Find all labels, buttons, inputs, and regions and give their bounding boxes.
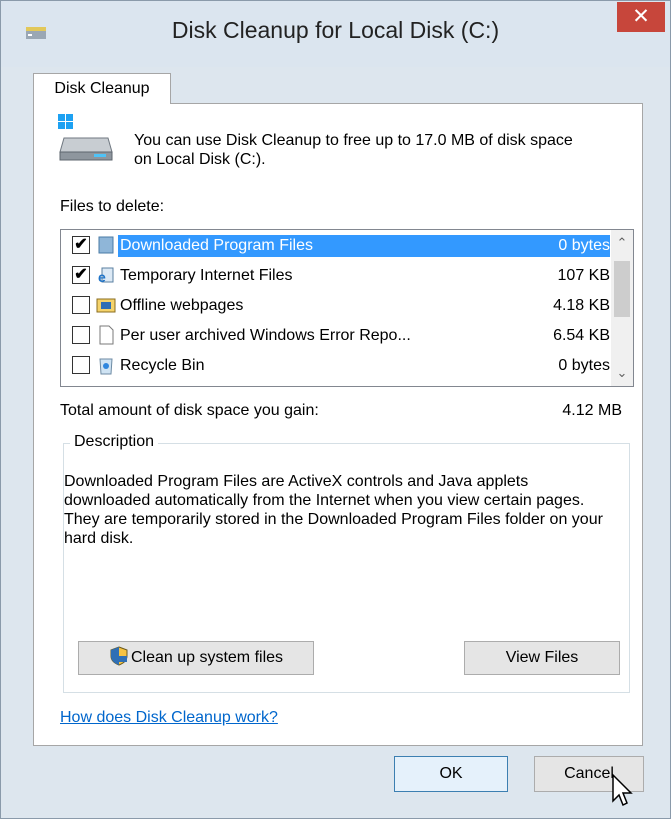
list-item[interactable]: ✔ e Temporary Internet Files 107 KB	[62, 260, 610, 290]
intro-text: You can use Disk Cleanup to free up to 1…	[134, 132, 573, 168]
close-button[interactable]: ✕	[617, 2, 665, 32]
checkbox[interactable]: ✔	[72, 266, 90, 284]
scroll-thumb[interactable]	[614, 261, 630, 317]
ok-button[interactable]: OK	[394, 756, 508, 792]
tab-disk-cleanup[interactable]: Disk Cleanup	[33, 73, 171, 104]
disk-cleanup-window: Disk Cleanup for Local Disk (C:) ✕ Disk …	[0, 0, 671, 819]
mouse-cursor-icon	[612, 773, 633, 807]
internet-files-icon: e	[98, 267, 114, 285]
checkbox[interactable]	[72, 296, 90, 314]
list-item[interactable]: ✔ Downloaded Program Files 0 bytes	[62, 230, 610, 260]
checkbox[interactable]: ✔	[72, 236, 90, 254]
list-item[interactable]: Per user archived Windows Error Repo... …	[62, 320, 610, 350]
file-size: 107 KB	[557, 267, 610, 284]
file-name: Offline webpages	[120, 297, 244, 314]
total-space-label: Total amount of disk space you gain:	[60, 402, 319, 419]
list-item-partial[interactable]	[62, 380, 610, 387]
document-icon	[99, 325, 114, 345]
list-item[interactable]: Recycle Bin 0 bytes	[62, 350, 610, 380]
help-link[interactable]: How does Disk Cleanup work?	[60, 709, 278, 727]
file-size: 0 bytes	[500, 235, 610, 257]
clean-up-system-files-label: Clean up system files	[130, 649, 284, 666]
file-size: 6.54 KB	[553, 327, 610, 344]
scroll-down-icon[interactable]: ⌄	[611, 362, 633, 384]
file-size: 4.18 KB	[553, 297, 610, 314]
view-files-button[interactable]: View Files	[464, 641, 620, 675]
files-to-delete-list[interactable]: ✔ Downloaded Program Files 0 bytes ✔ e T…	[60, 229, 634, 387]
list-item[interactable]: Offline webpages 4.18 KB	[62, 290, 610, 320]
scroll-up-icon[interactable]: ⌃	[611, 232, 633, 254]
clean-up-system-files-button[interactable]: Clean up system files	[78, 641, 314, 675]
description-legend: Description	[70, 433, 159, 451]
file-name: Per user archived Windows Error Repo...	[120, 327, 411, 344]
recycle-bin-icon	[99, 358, 113, 375]
file-name: Temporary Internet Files	[120, 267, 293, 284]
checkbox[interactable]	[72, 326, 90, 344]
checkbox[interactable]	[72, 386, 90, 387]
total-space-value: 4.12 MB	[562, 402, 622, 419]
svg-text:e: e	[98, 269, 106, 285]
offline-webpages-icon	[96, 298, 116, 313]
file-name: Recycle Bin	[120, 357, 205, 374]
window-title: Disk Cleanup for Local Disk (C:)	[171, 17, 500, 43]
file-size: 0 bytes	[558, 357, 610, 374]
uac-shield-icon	[110, 646, 128, 666]
disk-cleanup-panel: You can use Disk Cleanup to free up to 1…	[33, 103, 643, 746]
close-icon: ✕	[632, 5, 650, 28]
drive-icon	[58, 114, 113, 161]
description-text: Downloaded Program Files are ActiveX con…	[64, 473, 603, 547]
folder-icon	[98, 236, 114, 254]
title-bar: Disk Cleanup for Local Disk (C:) ✕	[1, 1, 670, 67]
checkbox[interactable]	[72, 356, 90, 374]
list-scrollbar[interactable]: ⌃ ⌄	[611, 230, 633, 386]
files-to-delete-label: Files to delete:	[60, 198, 165, 215]
